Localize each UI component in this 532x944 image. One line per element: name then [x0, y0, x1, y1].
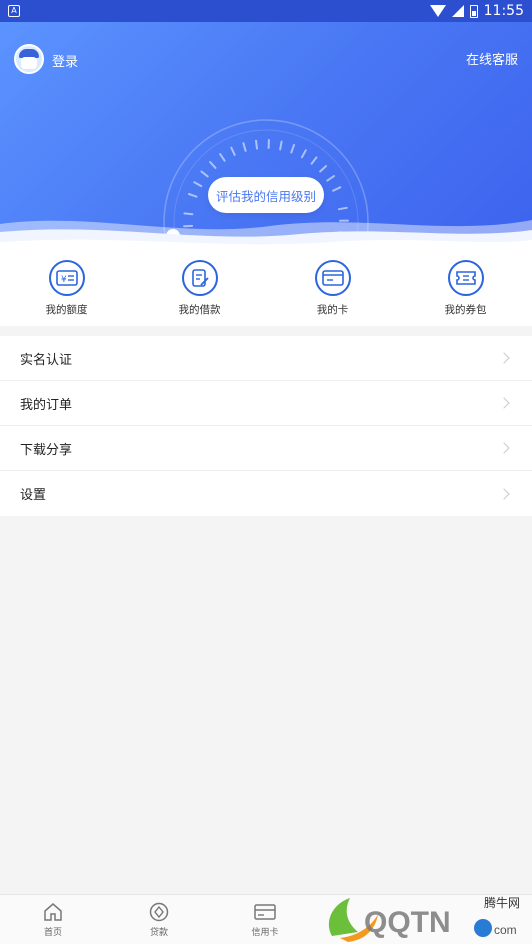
gauge-tick	[310, 156, 318, 165]
quick-menu: ¥ 我的额度 我的借款 我的卡 我的券包	[0, 248, 532, 326]
evaluate-credit-button[interactable]: 评估我的信用级别	[208, 177, 324, 213]
quick-item-label: 我的券包	[444, 304, 487, 316]
profile-header: 登录 在线客服 评估我的信用级别	[0, 22, 532, 248]
quick-item-label: 我的额度	[45, 304, 88, 316]
nav-item-loan[interactable]: 贷款	[106, 895, 212, 944]
quick-item-label: 我的卡	[316, 304, 349, 316]
gauge-tick	[300, 149, 307, 159]
gauge-tick	[187, 193, 198, 198]
quick-item-card[interactable]: 我的卡	[266, 248, 399, 326]
online-service-link[interactable]: 在线客服	[466, 49, 518, 68]
menu-item-orders[interactable]: 我的订单	[0, 381, 532, 426]
chevron-right-icon	[498, 397, 510, 409]
watermark-text: 腾牛网	[483, 896, 520, 910]
user-avatar-icon[interactable]	[14, 44, 44, 74]
gauge-tick	[200, 170, 209, 178]
menu-item-label: 我的订单	[20, 397, 73, 413]
nav-label: 贷款	[149, 928, 168, 938]
chevron-right-icon	[498, 442, 510, 454]
gauge-tick	[255, 139, 258, 150]
battery-icon	[469, 4, 478, 18]
nav-item-home[interactable]: 首页	[0, 895, 106, 944]
status-indicators: 11:55	[429, 3, 524, 19]
quick-item-coupon[interactable]: 我的券包	[399, 248, 532, 326]
home-icon	[44, 903, 62, 921]
menu-item-label: 下载分享	[20, 442, 73, 458]
status-bar: A 11:55	[0, 0, 532, 22]
gauge-tick	[242, 142, 247, 152]
gauge-tick	[332, 186, 342, 192]
gauge-tick	[326, 175, 335, 182]
site-watermark: QQTN com 腾牛网	[318, 892, 532, 944]
chevron-right-icon	[498, 352, 510, 364]
gauge-tick	[319, 165, 327, 173]
gauge-tick	[290, 143, 295, 154]
loan-document-icon	[181, 260, 218, 296]
login-link[interactable]: 登录	[52, 51, 78, 70]
menu-item-label: 实名认证	[20, 352, 73, 368]
menu-item-verification[interactable]: 实名认证	[0, 336, 532, 381]
svg-text:¥: ¥	[61, 275, 67, 285]
quick-item-loan[interactable]: 我的借款	[133, 248, 266, 326]
menu-item-settings[interactable]: 设置	[0, 471, 532, 516]
nav-item-credit-card[interactable]: 信用卡	[212, 895, 318, 944]
chevron-right-icon	[498, 487, 510, 500]
clock: 11:55	[483, 3, 524, 19]
bank-card-icon	[314, 260, 351, 296]
notification-icon: A	[8, 5, 20, 17]
settings-menu: 实名认证 我的订单 下载分享 设置	[0, 336, 532, 516]
gauge-tick	[230, 146, 236, 156]
menu-item-share[interactable]: 下载分享	[0, 426, 532, 471]
header-wave	[0, 220, 532, 248]
gauge-tick	[337, 206, 348, 211]
menu-item-label: 设置	[20, 488, 47, 503]
gauge-tick	[219, 153, 226, 162]
gauge-tick	[209, 161, 217, 169]
nav-label: 首页	[43, 928, 62, 938]
credit-card-icon	[254, 904, 276, 920]
svg-text:QQTN: QQTN	[364, 906, 451, 939]
quota-card-icon: ¥	[48, 260, 85, 296]
loan-icon	[149, 902, 169, 922]
gauge-tick	[193, 181, 203, 188]
signal-icon	[451, 5, 464, 17]
gauge-tick	[279, 140, 283, 151]
quick-item-label: 我的借款	[178, 304, 221, 316]
wifi-icon	[429, 5, 446, 17]
nav-label: 信用卡	[251, 928, 279, 938]
quick-item-quota[interactable]: ¥ 我的额度	[0, 248, 133, 326]
coupon-icon	[447, 260, 484, 296]
svg-text:com: com	[494, 923, 517, 937]
